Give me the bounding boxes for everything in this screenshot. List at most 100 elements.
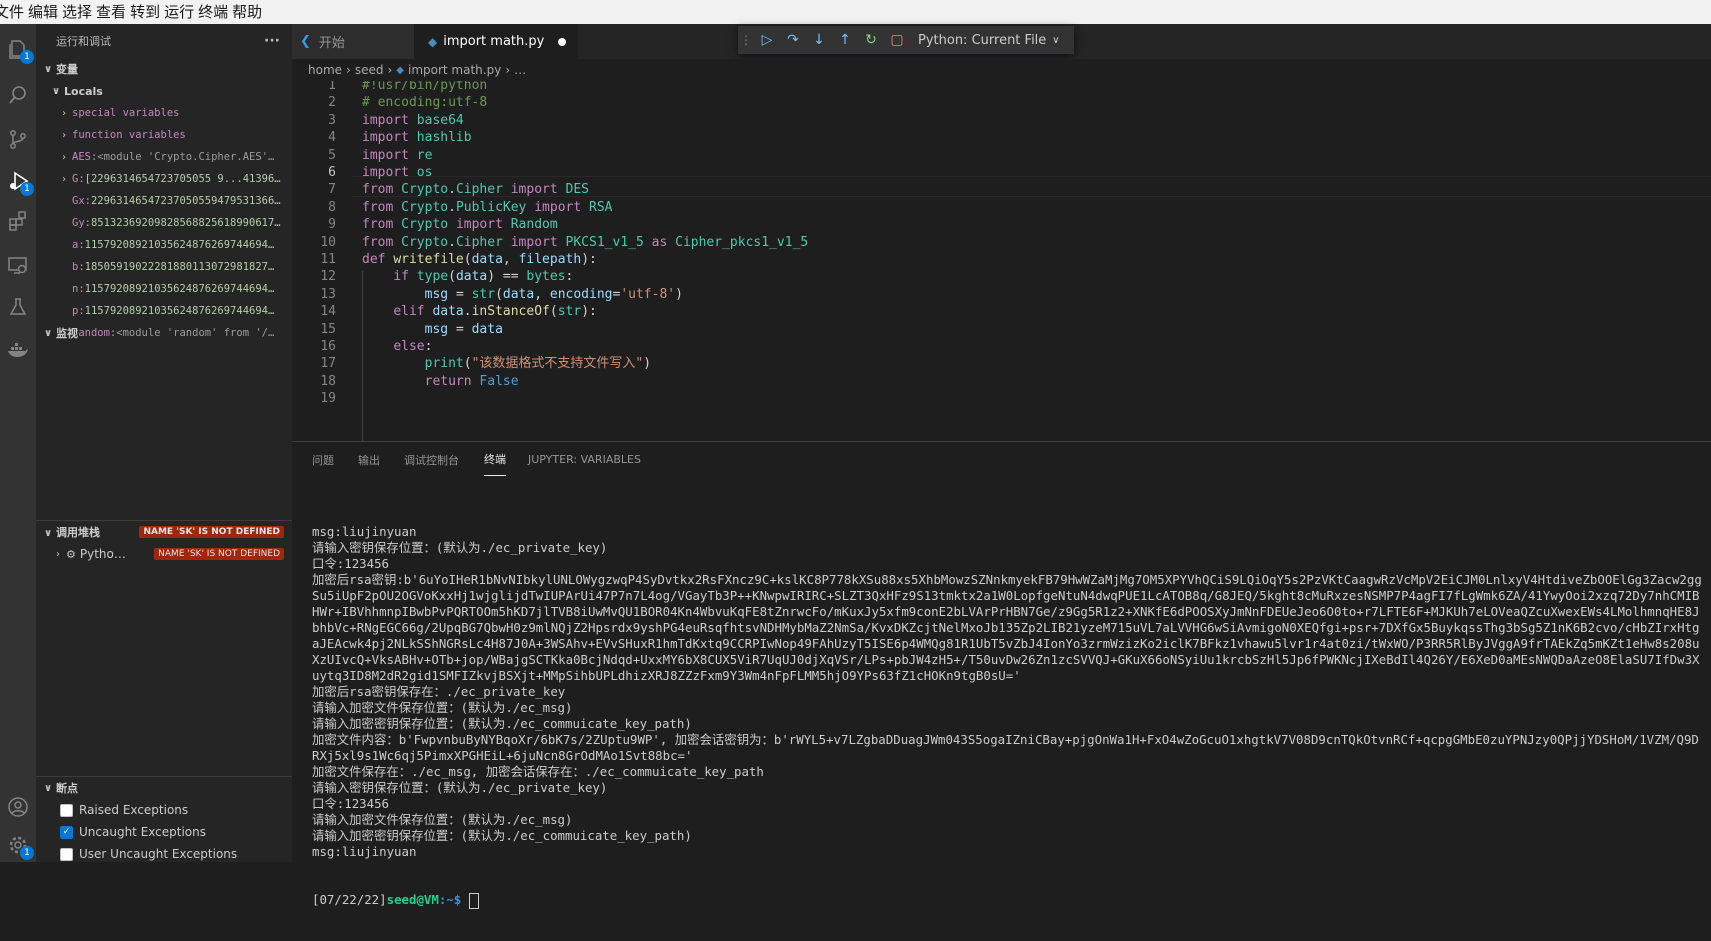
tab-debug-console[interactable]: 调试控制台 (404, 442, 459, 477)
drag-handle-icon[interactable]: ⋮ (738, 33, 754, 47)
callstack-section: ∨ 调用堆栈 NAME 'SK' IS NOT DEFINED › ⚙ Pytho… (36, 520, 292, 565)
code-text: from Crypto import Random (362, 217, 558, 233)
variable-row[interactable]: › AES: <module 'Crypto.Cipher.AES'… (36, 146, 292, 168)
vscode-logo-icon: ❮ (300, 34, 311, 49)
code-line[interactable]: 9 from Crypto import Random (292, 215, 1711, 234)
breadcrumb-symbol[interactable]: … (514, 63, 526, 77)
code-line[interactable]: 17 print("该数据格式不支持文件写入") (292, 354, 1711, 373)
terminal-line: msg:liujinyuan (312, 524, 417, 539)
menu-view[interactable]: 查看 (96, 0, 134, 24)
variable-row[interactable]: p: 11579208921035624876269744694… (36, 300, 292, 322)
menu-selection[interactable]: 选择 (62, 0, 100, 24)
breadcrumb-home[interactable]: home (308, 63, 342, 77)
code-text: return False (424, 373, 519, 389)
code-line[interactable]: 10 from Crypto.Cipher import PKCS1_v1_5 a… (292, 233, 1711, 252)
menu-go[interactable]: 转到 (130, 0, 168, 24)
remote-explorer-icon[interactable] (0, 248, 36, 282)
code-line[interactable]: 11 def writefile(data, filepath): (292, 250, 1711, 269)
code-text: msg = str(data, encoding='utf-8') (424, 286, 683, 302)
callstack-section-header[interactable]: ∨ 调用堆栈 NAME 'SK' IS NOT DEFINED (36, 521, 292, 543)
variables-section-header[interactable]: ∨ 变量 (36, 58, 292, 80)
more-actions-icon[interactable]: ··· (264, 33, 280, 49)
variable-value: 11579208921035624876269744694… (84, 239, 275, 251)
code-text: print("该数据格式不支持文件写入") (424, 356, 652, 372)
source-control-icon[interactable] (0, 122, 36, 156)
code-line[interactable]: 19 (292, 389, 1711, 408)
raised-exceptions-checkbox[interactable] (60, 803, 73, 817)
variable-row[interactable]: Gx: 22963146547237050559479531366… (36, 190, 292, 212)
chevron-down-icon: ∨ (43, 63, 53, 75)
code-line[interactable]: 13 msg = str(data, encoding='utf-8') (292, 285, 1711, 304)
menu-run[interactable]: 运行 (164, 0, 202, 24)
code-line[interactable]: 3 import base64 (292, 111, 1711, 130)
continue-icon[interactable]: ▷ (754, 32, 780, 48)
step-out-icon[interactable]: ↑ (832, 32, 858, 48)
terminal-line: 口令:123456 (312, 556, 389, 571)
code-line[interactable]: 16 else: (292, 337, 1711, 356)
code-text: msg = data (424, 321, 503, 337)
code-line[interactable]: 2 # encoding:utf-8 (292, 93, 1711, 112)
code-line[interactable]: 5 import re (292, 146, 1711, 165)
docker-icon[interactable] (0, 334, 36, 368)
line-number: 10 (320, 234, 336, 250)
uncaught-exceptions-checkbox[interactable]: ✓ (60, 825, 73, 839)
code-line[interactable]: 6 import os (292, 163, 1711, 182)
callstack-thread[interactable]: › ⚙ Pytho… NAME 'SK' IS NOT DEFINED (36, 543, 292, 565)
step-into-icon[interactable]: ↓ (806, 32, 832, 48)
search-icon[interactable] (0, 78, 36, 112)
code-line[interactable]: 8 from Crypto.PublicKey import RSA (292, 198, 1711, 217)
variable-row[interactable]: b: 18505919022281880113072981827… (36, 256, 292, 278)
tab-problems[interactable]: 问题 (312, 442, 334, 477)
testing-icon[interactable] (0, 290, 36, 324)
line-number: 4 (328, 130, 336, 146)
variable-name: AES: (72, 151, 98, 163)
code-line[interactable]: 12 if type(data) == bytes: (292, 267, 1711, 286)
explorer-icon[interactable]: 1 (0, 32, 36, 66)
variable-row[interactable]: Gy: 85132369209828568825618990617… (36, 212, 292, 234)
variable-row[interactable]: › G: [2296314654723705055 9...41396… (36, 168, 292, 190)
menu-edit[interactable]: 编辑 (28, 0, 66, 24)
code-text: from Crypto.PublicKey import RSA (362, 199, 613, 215)
tab-import-math-py[interactable]: ◆ import math.py (414, 24, 578, 59)
run-debug-icon[interactable]: 1 (0, 164, 36, 198)
restart-icon[interactable]: ↻ (858, 32, 884, 48)
stop-icon[interactable]: ▢ (884, 32, 910, 48)
debug-toolbar: ⋮ ▷ ↷ ↓ ↑ ↻ ▢ Python: Current File ∨ (738, 26, 1074, 54)
debug-config-select[interactable]: Python: Current File ∨ (918, 33, 1060, 48)
breadcrumb-seed[interactable]: seed (355, 63, 384, 77)
line-number: 3 (328, 112, 336, 128)
variable-row[interactable]: n: 11579208921035624876269744694… (36, 278, 292, 300)
tab-output[interactable]: 输出 (358, 442, 380, 477)
accounts-icon[interactable] (0, 790, 36, 824)
tab-jupyter-variables[interactable]: JUPYTER: VARIABLES (528, 442, 641, 477)
code-line[interactable]: 7 from Crypto.Cipher import DES (292, 180, 1711, 199)
code-line[interactable]: 4 import hashlib (292, 128, 1711, 147)
menu-terminal[interactable]: 终端 (198, 0, 236, 24)
line-number: 6 (328, 165, 336, 180)
terminal-output[interactable]: msg:liujinyuan 请输入密钥保存位置：(默认为./ec_private… (312, 492, 1702, 941)
code-line[interactable]: 14 elif data.inStanceOf(str): (292, 302, 1711, 321)
code-editor[interactable]: 1 #!usr/bin/python 2 # encoding:utf-8 3 impor… (292, 81, 1711, 441)
breakpoint-uncaught-exceptions[interactable]: ✓ Uncaught Exceptions (36, 821, 292, 843)
tab-welcome[interactable]: ❮ 开始 (292, 24, 422, 59)
unsaved-dot-icon[interactable] (558, 37, 567, 46)
breakpoints-section-header[interactable]: ∨ 断点 (36, 777, 292, 799)
menu-help[interactable]: 帮助 (232, 0, 270, 24)
settings-gear-icon[interactable]: 1 (0, 828, 36, 862)
line-number: 18 (320, 373, 336, 389)
user-uncaught-exceptions-checkbox[interactable] (60, 847, 73, 861)
breakpoint-raised-exceptions[interactable]: Raised Exceptions (36, 799, 292, 821)
variable-row[interactable]: › special variables (36, 102, 292, 124)
breadcrumb-file[interactable]: import math.py (408, 63, 501, 77)
variable-row[interactable]: › function variables (36, 124, 292, 146)
code-line[interactable]: 18 return False (292, 372, 1711, 391)
variable-value: [2296314654723705055 9...41396… (84, 173, 281, 185)
locals-scope[interactable]: ∨ Locals (36, 80, 292, 102)
watch-section-header[interactable]: ∨ 监视 (36, 322, 292, 344)
code-line[interactable]: 15 msg = data (292, 320, 1711, 339)
extensions-icon[interactable] (0, 204, 36, 238)
tab-terminal[interactable]: 终端 (484, 442, 506, 476)
step-over-icon[interactable]: ↷ (780, 32, 806, 48)
variable-row[interactable]: a: 11579208921035624876269744694… (36, 234, 292, 256)
sidebar-header: 运行和调试 ··· (36, 24, 292, 58)
